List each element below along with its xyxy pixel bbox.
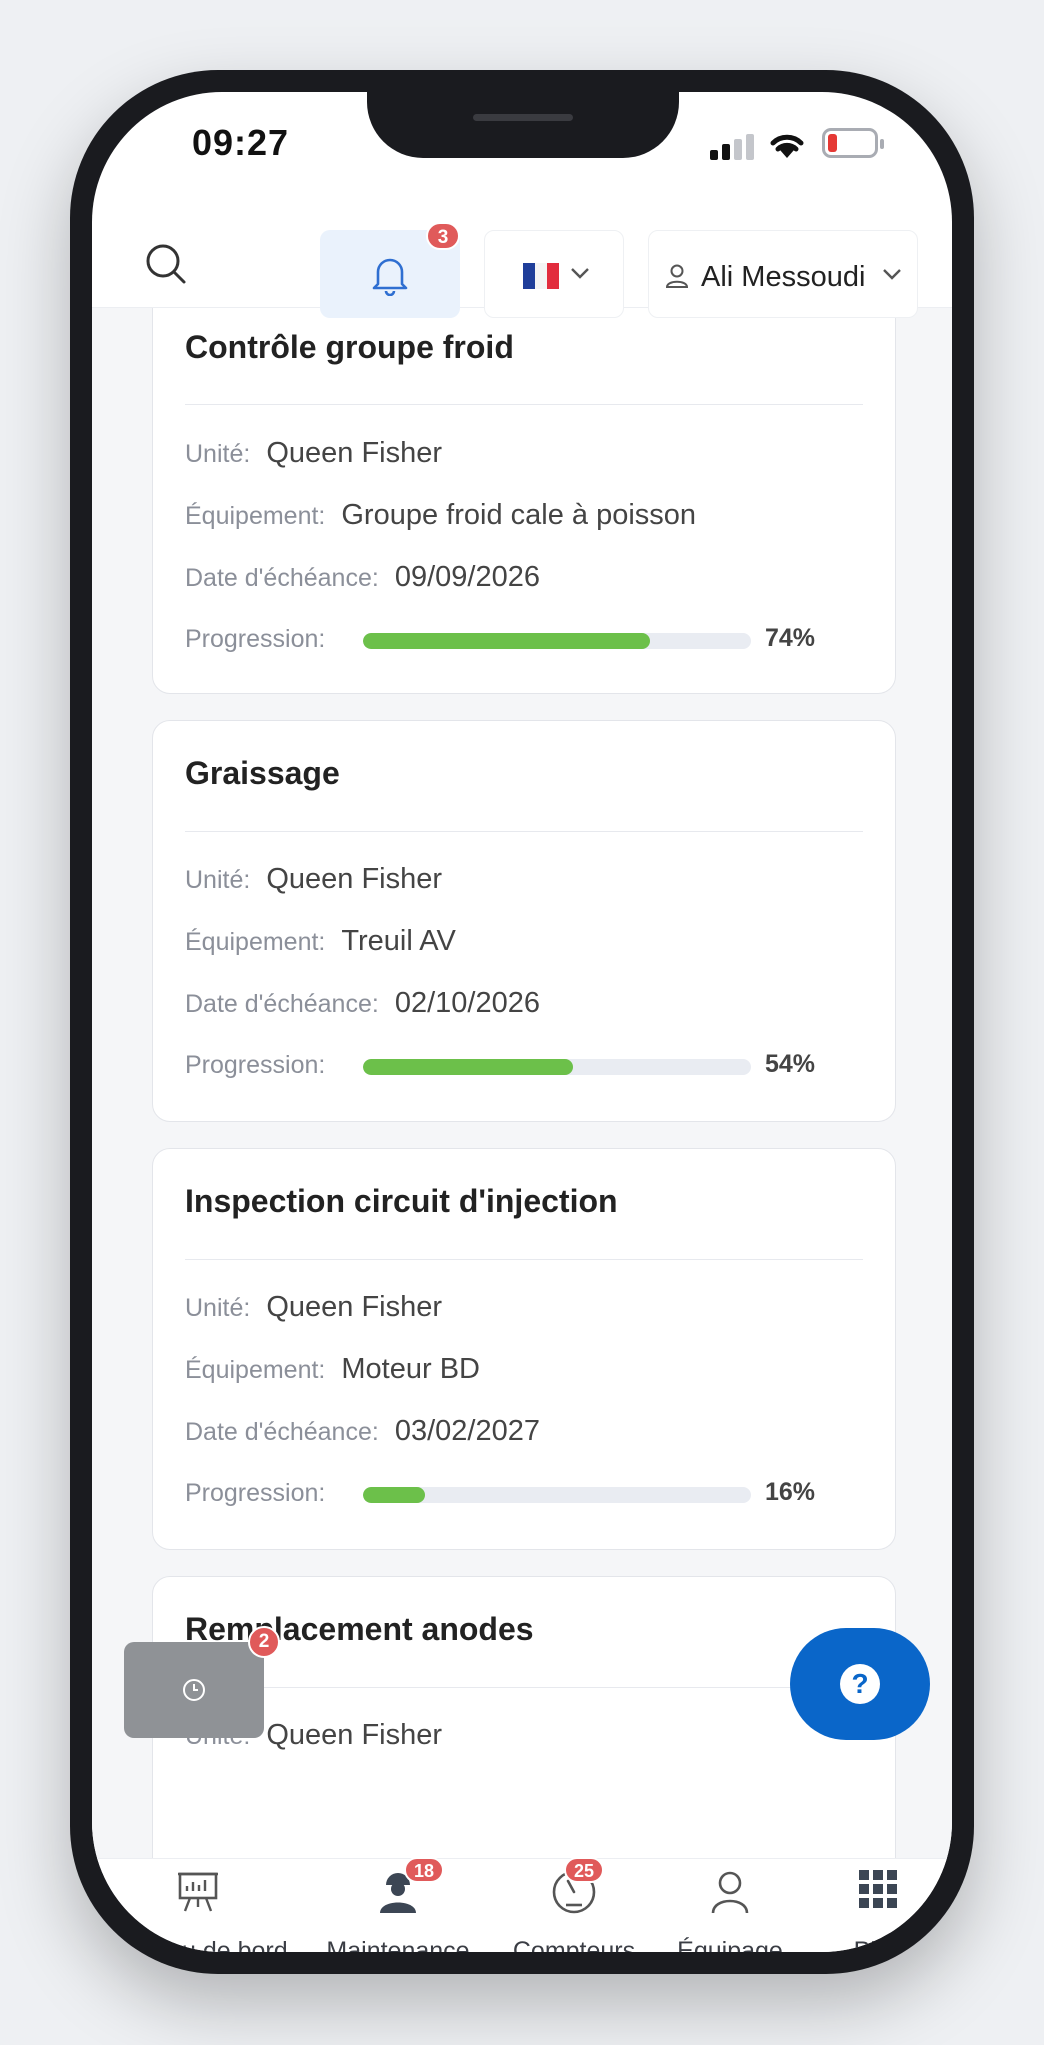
progress-fill [363, 1059, 573, 1075]
timer-badge: 2 [248, 1626, 280, 1658]
progress-percent: 74% [765, 624, 816, 652]
speaker [473, 114, 573, 121]
language-selector[interactable] [484, 230, 624, 318]
divider [185, 1687, 863, 1688]
french-flag-icon [523, 263, 559, 289]
due-date-label: Date d'échéance: [185, 564, 379, 592]
status-time: 09:27 [192, 122, 290, 163]
phone-screen: 09:27 3 Ali Messoudi Contrôle groupe fro… [92, 92, 952, 1952]
top-header: 3 Ali Messoudi [92, 222, 952, 318]
signal-icon [710, 134, 754, 160]
divider [185, 1259, 863, 1260]
search-icon[interactable] [144, 242, 188, 286]
person-icon [711, 1871, 749, 1914]
task-title: Inspection circuit d'injection [185, 1183, 618, 1219]
nav-plus[interactable]: Plus [804, 1859, 952, 1952]
unit-value: Queen Fisher [266, 863, 443, 895]
nav-compteurs[interactable]: 25 Compteurs [492, 1857, 656, 1952]
unit-value: Queen Fisher [266, 1719, 443, 1751]
divider [185, 404, 863, 405]
equipment-label: Équipement: [185, 502, 326, 530]
progress-label: Progression: [185, 1479, 326, 1507]
page-background: 09:27 3 Ali Messoudi Contrôle groupe fro… [0, 0, 1044, 2045]
user-menu[interactable]: Ali Messoudi [648, 230, 918, 318]
equipment-value: Moteur BD [341, 1353, 480, 1385]
chevron-down-icon [883, 269, 901, 280]
nav-label: Maintenance [326, 1937, 470, 1952]
due-date-label: Date d'échéance: [185, 1418, 379, 1446]
user-icon [665, 264, 689, 288]
notification-badge: 3 [426, 222, 460, 250]
bell-icon [372, 258, 408, 296]
bottom-navigation: Tableau de bord 18 Maintenance 25 Compte… [92, 1857, 952, 1952]
battery-icon [822, 128, 884, 158]
wifi-icon [770, 134, 804, 158]
progress-bar [363, 1059, 751, 1075]
question-icon: ? [840, 1664, 880, 1704]
progress-percent: 16% [765, 1478, 816, 1506]
unit-value: Queen Fisher [266, 437, 443, 469]
grid-icon [859, 1870, 897, 1908]
presentation-board-icon [178, 1872, 218, 1912]
progress-fill [363, 1487, 426, 1503]
progress-label: Progression: [185, 625, 326, 653]
chevron-down-icon [571, 268, 589, 279]
help-button[interactable]: ? [790, 1628, 930, 1740]
timer-button[interactable]: 2 [124, 1626, 280, 1738]
progress-bar [363, 1487, 751, 1503]
progress-fill [363, 633, 651, 649]
progress-label: Progression: [185, 1051, 326, 1079]
task-title: Graissage [185, 755, 340, 791]
task-card[interactable]: Graissage Unité: Queen Fisher Équipement:… [152, 720, 896, 1122]
unit-label: Unité: [185, 1294, 251, 1322]
compteurs-badge: 25 [564, 1857, 605, 1883]
task-card[interactable]: Contrôle groupe froid Unité: Queen Fisher… [152, 308, 896, 694]
nav-label: Équipage [677, 1937, 783, 1952]
equipment-value: Treuil AV [341, 925, 456, 957]
notch [367, 92, 679, 158]
unit-value: Queen Fisher [266, 1291, 443, 1323]
equipment-value: Groupe froid cale à poisson [341, 499, 697, 531]
clock-icon [183, 1679, 205, 1701]
task-card[interactable]: Inspection circuit d'injection Unité: Que… [152, 1148, 896, 1550]
unit-label: Unité: [185, 866, 251, 894]
progress-percent: 54% [765, 1050, 816, 1078]
nav-equipage[interactable]: Équipage [656, 1859, 804, 1952]
due-date-label: Date d'échéance: [185, 990, 379, 1018]
divider [185, 831, 863, 832]
nav-label: Plus [853, 1937, 903, 1952]
user-name: Ali Messoudi [701, 261, 866, 293]
equipment-label: Équipement: [185, 1356, 326, 1384]
nav-maintenance[interactable]: 18 Maintenance [304, 1857, 492, 1952]
task-title: Contrôle groupe froid [185, 329, 514, 365]
maintenance-badge: 18 [404, 1857, 445, 1883]
progress-bar [363, 633, 751, 649]
nav-label: Tableau de bord [108, 1937, 288, 1952]
unit-label: Unité: [185, 440, 251, 468]
due-date-value: 03/02/2027 [394, 1415, 540, 1447]
equipment-label: Équipement: [185, 928, 326, 956]
due-date-value: 02/10/2026 [394, 987, 540, 1019]
nav-tableau-de-bord[interactable]: Tableau de bord [92, 1859, 304, 1952]
task-list[interactable]: Contrôle groupe froid Unité: Queen Fisher… [92, 308, 952, 1858]
nav-label: Compteurs [512, 1937, 636, 1952]
notifications-button[interactable]: 3 [320, 222, 460, 318]
due-date-value: 09/09/2026 [394, 561, 540, 593]
